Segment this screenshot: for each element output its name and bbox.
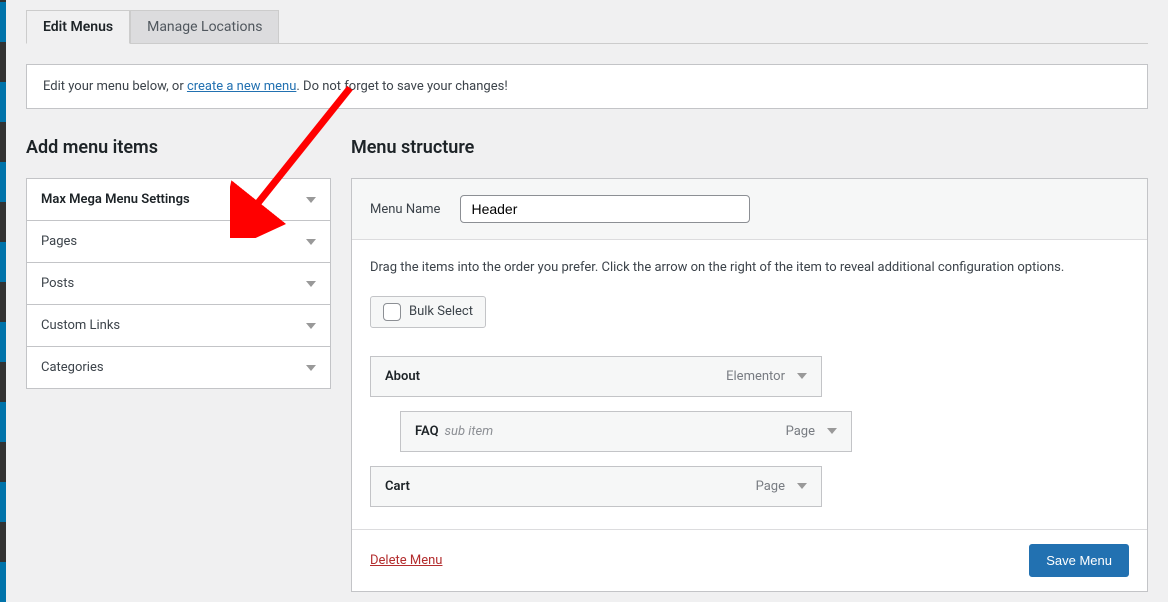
menu-item-type: Page <box>756 479 785 494</box>
edit-notice: Edit your menu below, or create a new me… <box>26 64 1148 109</box>
wp-admin-edge <box>0 0 6 602</box>
menu-item-subtitle: sub item <box>445 424 494 439</box>
create-new-menu-link[interactable]: create a new menu <box>187 79 296 94</box>
notice-prefix: Edit your menu below, or <box>43 79 187 94</box>
accordion-pages[interactable]: Pages <box>27 221 330 263</box>
tab-underline <box>279 43 1148 44</box>
bulk-select-button[interactable]: Bulk Select <box>370 296 486 328</box>
menu-item-type: Page <box>786 424 815 439</box>
accordion-posts[interactable]: Posts <box>27 263 330 305</box>
accordion-categories[interactable]: Categories <box>27 347 330 388</box>
nav-tabs: Edit Menus Manage Locations <box>26 10 1148 44</box>
menu-structure-box: Menu Name Drag the items into the order … <box>351 178 1148 592</box>
chevron-down-icon <box>797 373 807 379</box>
bulk-select-label: Bulk Select <box>409 304 473 319</box>
accordion-max-mega-menu[interactable]: Max Mega Menu Settings <box>27 179 330 221</box>
chevron-down-icon <box>827 428 837 434</box>
accordion-label: Max Mega Menu Settings <box>41 192 190 207</box>
menu-name-input[interactable] <box>460 195 750 223</box>
menu-structure-heading: Menu structure <box>351 137 1148 158</box>
save-menu-button[interactable]: Save Menu <box>1029 544 1129 577</box>
menu-footer: Delete Menu Save Menu <box>352 529 1147 591</box>
add-menu-items-heading: Add menu items <box>26 137 331 158</box>
menu-instructions: Drag the items into the order you prefer… <box>370 258 1129 278</box>
chevron-down-icon <box>306 281 316 287</box>
menu-body: Drag the items into the order you prefer… <box>352 240 1147 529</box>
menu-item-title: About <box>385 369 420 384</box>
accordion-label: Pages <box>41 234 77 249</box>
accordion-label: Posts <box>41 276 74 291</box>
chevron-down-icon <box>306 197 316 203</box>
accordion-custom-links[interactable]: Custom Links <box>27 305 330 347</box>
chevron-down-icon <box>306 323 316 329</box>
tab-manage-locations[interactable]: Manage Locations <box>130 10 279 44</box>
menu-item-title: FAQ <box>415 424 439 439</box>
accordion-add-items: Max Mega Menu Settings Pages Posts Custo… <box>26 178 331 389</box>
menu-header: Menu Name <box>352 179 1147 240</box>
notice-suffix: . Do not forget to save your changes! <box>296 79 507 94</box>
menu-name-label: Menu Name <box>370 202 440 217</box>
tab-edit-menus[interactable]: Edit Menus <box>26 10 130 44</box>
menu-item-type: Elementor <box>726 369 785 384</box>
menu-item-title: Cart <box>385 479 410 494</box>
accordion-label: Custom Links <box>41 318 120 333</box>
chevron-down-icon <box>306 239 316 245</box>
checkbox-icon <box>383 303 401 321</box>
menu-item-faq[interactable]: FAQ sub item Page <box>400 411 852 452</box>
delete-menu-link[interactable]: Delete Menu <box>370 553 442 568</box>
menu-item-about[interactable]: About Elementor <box>370 356 822 397</box>
menu-item-cart[interactable]: Cart Page <box>370 466 822 507</box>
accordion-label: Categories <box>41 360 104 375</box>
chevron-down-icon <box>306 365 316 371</box>
chevron-down-icon <box>797 483 807 489</box>
